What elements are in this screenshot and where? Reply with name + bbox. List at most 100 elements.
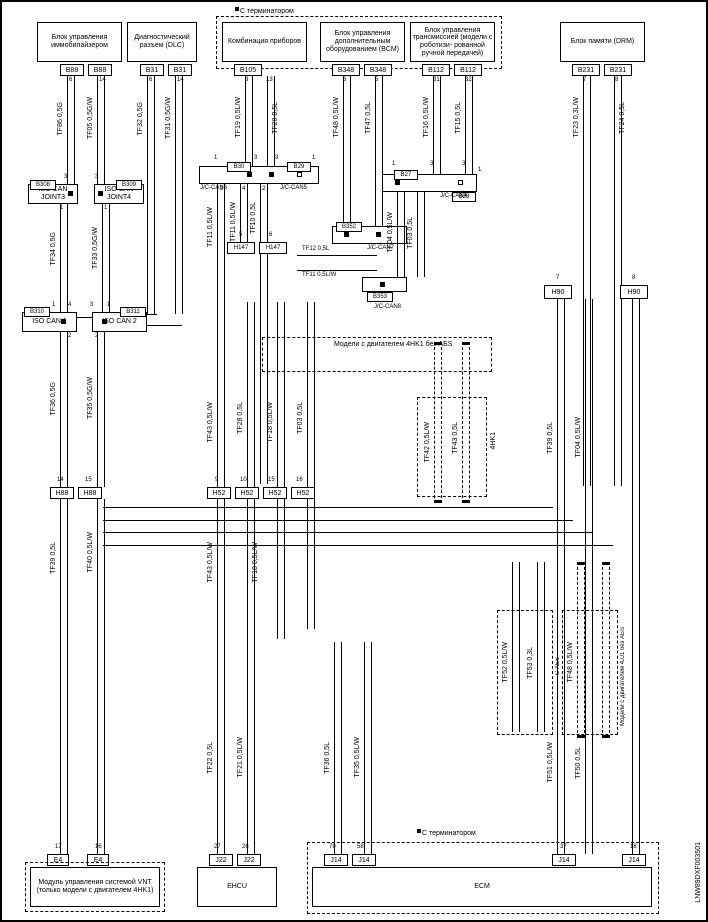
wire-label: TF16 0,5L/W	[423, 97, 430, 137]
wire-label: TF23 0,3L/W	[573, 97, 580, 137]
wire-label: TF11 0,5L/W	[302, 272, 336, 278]
conn-b353: B353	[367, 292, 393, 302]
wire	[60, 332, 68, 487]
hline-routing	[103, 520, 573, 521]
wire	[632, 299, 640, 854]
wire-label: TF48 0,5L/W	[567, 642, 574, 682]
wire-label: TF42 0,5L/W	[424, 422, 431, 462]
wire-label: TF43 0,5L	[452, 422, 459, 454]
wire-label: TF24 0,5L	[619, 102, 626, 134]
conn-h147-2: H147	[259, 242, 287, 254]
vnt-dash	[25, 862, 165, 912]
pin: 17	[55, 844, 62, 850]
wire-label: TF10 0,5L	[250, 202, 257, 234]
node	[344, 232, 349, 237]
conn-b27: B27	[394, 170, 418, 180]
wire	[334, 642, 342, 854]
pin: 14	[57, 477, 64, 483]
pin: 16	[296, 477, 303, 483]
wire	[97, 76, 105, 184]
pin: 26	[242, 844, 249, 850]
pin: 3	[430, 161, 433, 167]
wire	[217, 642, 225, 854]
conn-b352: B352	[336, 222, 362, 232]
jc-can5-label: J/C-CAN5	[280, 185, 307, 191]
wire-label: TF31 0,5G/W	[165, 97, 172, 139]
wire	[433, 76, 441, 176]
wire	[343, 76, 351, 226]
pin: 7	[556, 275, 559, 281]
joint-label: ISO CAN 2	[102, 318, 137, 326]
conn-b231-2: B231	[604, 64, 632, 76]
ecm-terminator-dash	[307, 842, 659, 914]
pin: 1	[392, 161, 395, 167]
wire	[557, 299, 565, 854]
wire-label: TF03 0,5L	[297, 402, 304, 434]
wire-label: TF21 0,5L/W	[237, 737, 244, 777]
terminator-marker-top	[235, 7, 239, 11]
conn-h52-1: H52	[207, 487, 231, 499]
conn-b112-1: B112	[422, 64, 450, 76]
drm-box: Блок памяти (DRM)	[560, 22, 645, 62]
wire-label: TF11 0,5L/W	[207, 207, 214, 247]
wire	[245, 76, 253, 166]
wire	[585, 299, 593, 854]
node	[376, 232, 381, 237]
node	[98, 191, 103, 196]
wire-label: TF43 0,5L/W	[207, 542, 214, 582]
conn-b308: B308	[30, 180, 56, 190]
wire-label: TF28 0,5L	[237, 402, 244, 434]
conn-b310: B310	[24, 307, 50, 317]
hline	[297, 255, 377, 256]
hline-routing	[103, 532, 593, 533]
wire	[465, 76, 473, 176]
ehcu-box: EHCU	[197, 867, 277, 907]
wire-label: TF51 0,5L/W	[547, 742, 554, 782]
wiring-diagram-page: С терминатором Блок управления иммобилай…	[0, 0, 708, 922]
pin: 8	[632, 275, 635, 281]
wire-label: TF53 0,3L	[527, 647, 534, 679]
conn-b348-2: B348	[364, 64, 392, 76]
pin: 2	[68, 333, 71, 339]
pin: 1	[312, 155, 315, 161]
wire-label: TF04 0,5L/W	[575, 417, 582, 457]
conn-b29: B29	[287, 162, 311, 172]
wire-label: TF50 0,5L	[575, 747, 582, 779]
conn-h52-4: H52	[291, 487, 315, 499]
wire-label: TF40 0,5L/W	[87, 532, 94, 572]
terminator-label-bottom: С терминатором	[422, 830, 476, 837]
wire-label: TF35 0,5L/W	[354, 737, 361, 777]
conn-h88-2: H88	[78, 487, 102, 499]
wire	[307, 499, 315, 629]
wire-label: TF05 0,5G/W	[87, 97, 94, 139]
hline	[297, 270, 377, 271]
conn-h52-3: H52	[263, 487, 287, 499]
conn-b30: B30	[227, 162, 251, 172]
wire	[247, 642, 255, 854]
wire	[307, 302, 315, 487]
hline-routing	[103, 507, 553, 508]
wire-label: TF39 0,5L	[547, 422, 554, 454]
wire-label: TF12 0,5L	[302, 246, 329, 252]
wire	[67, 76, 75, 184]
conn-b31-1: B31	[140, 64, 164, 76]
wire-label: TF35 0,5G/W	[87, 377, 94, 419]
node	[68, 191, 73, 196]
immobilizer-box: Блок управления иммобилайзером	[37, 22, 122, 62]
wire	[397, 192, 405, 277]
wire-label: TF32 0,5G	[137, 102, 144, 135]
conn-h147-1: H147	[227, 242, 255, 254]
wire	[537, 562, 545, 732]
node	[269, 172, 274, 177]
pin: 3	[275, 155, 278, 161]
wire	[375, 76, 383, 226]
pin: 4	[68, 302, 71, 308]
node	[395, 180, 400, 185]
conn-b88-1: B88	[60, 64, 84, 76]
wire-label: TF36 0,5G	[50, 382, 57, 415]
jc-can4-label: J/C-CAN4	[440, 193, 467, 199]
wire	[60, 499, 68, 854]
terminator-label-top: С терминатором	[240, 8, 294, 15]
wire-dashed	[577, 562, 585, 738]
wire-label: TF34 0,5G	[50, 232, 57, 265]
